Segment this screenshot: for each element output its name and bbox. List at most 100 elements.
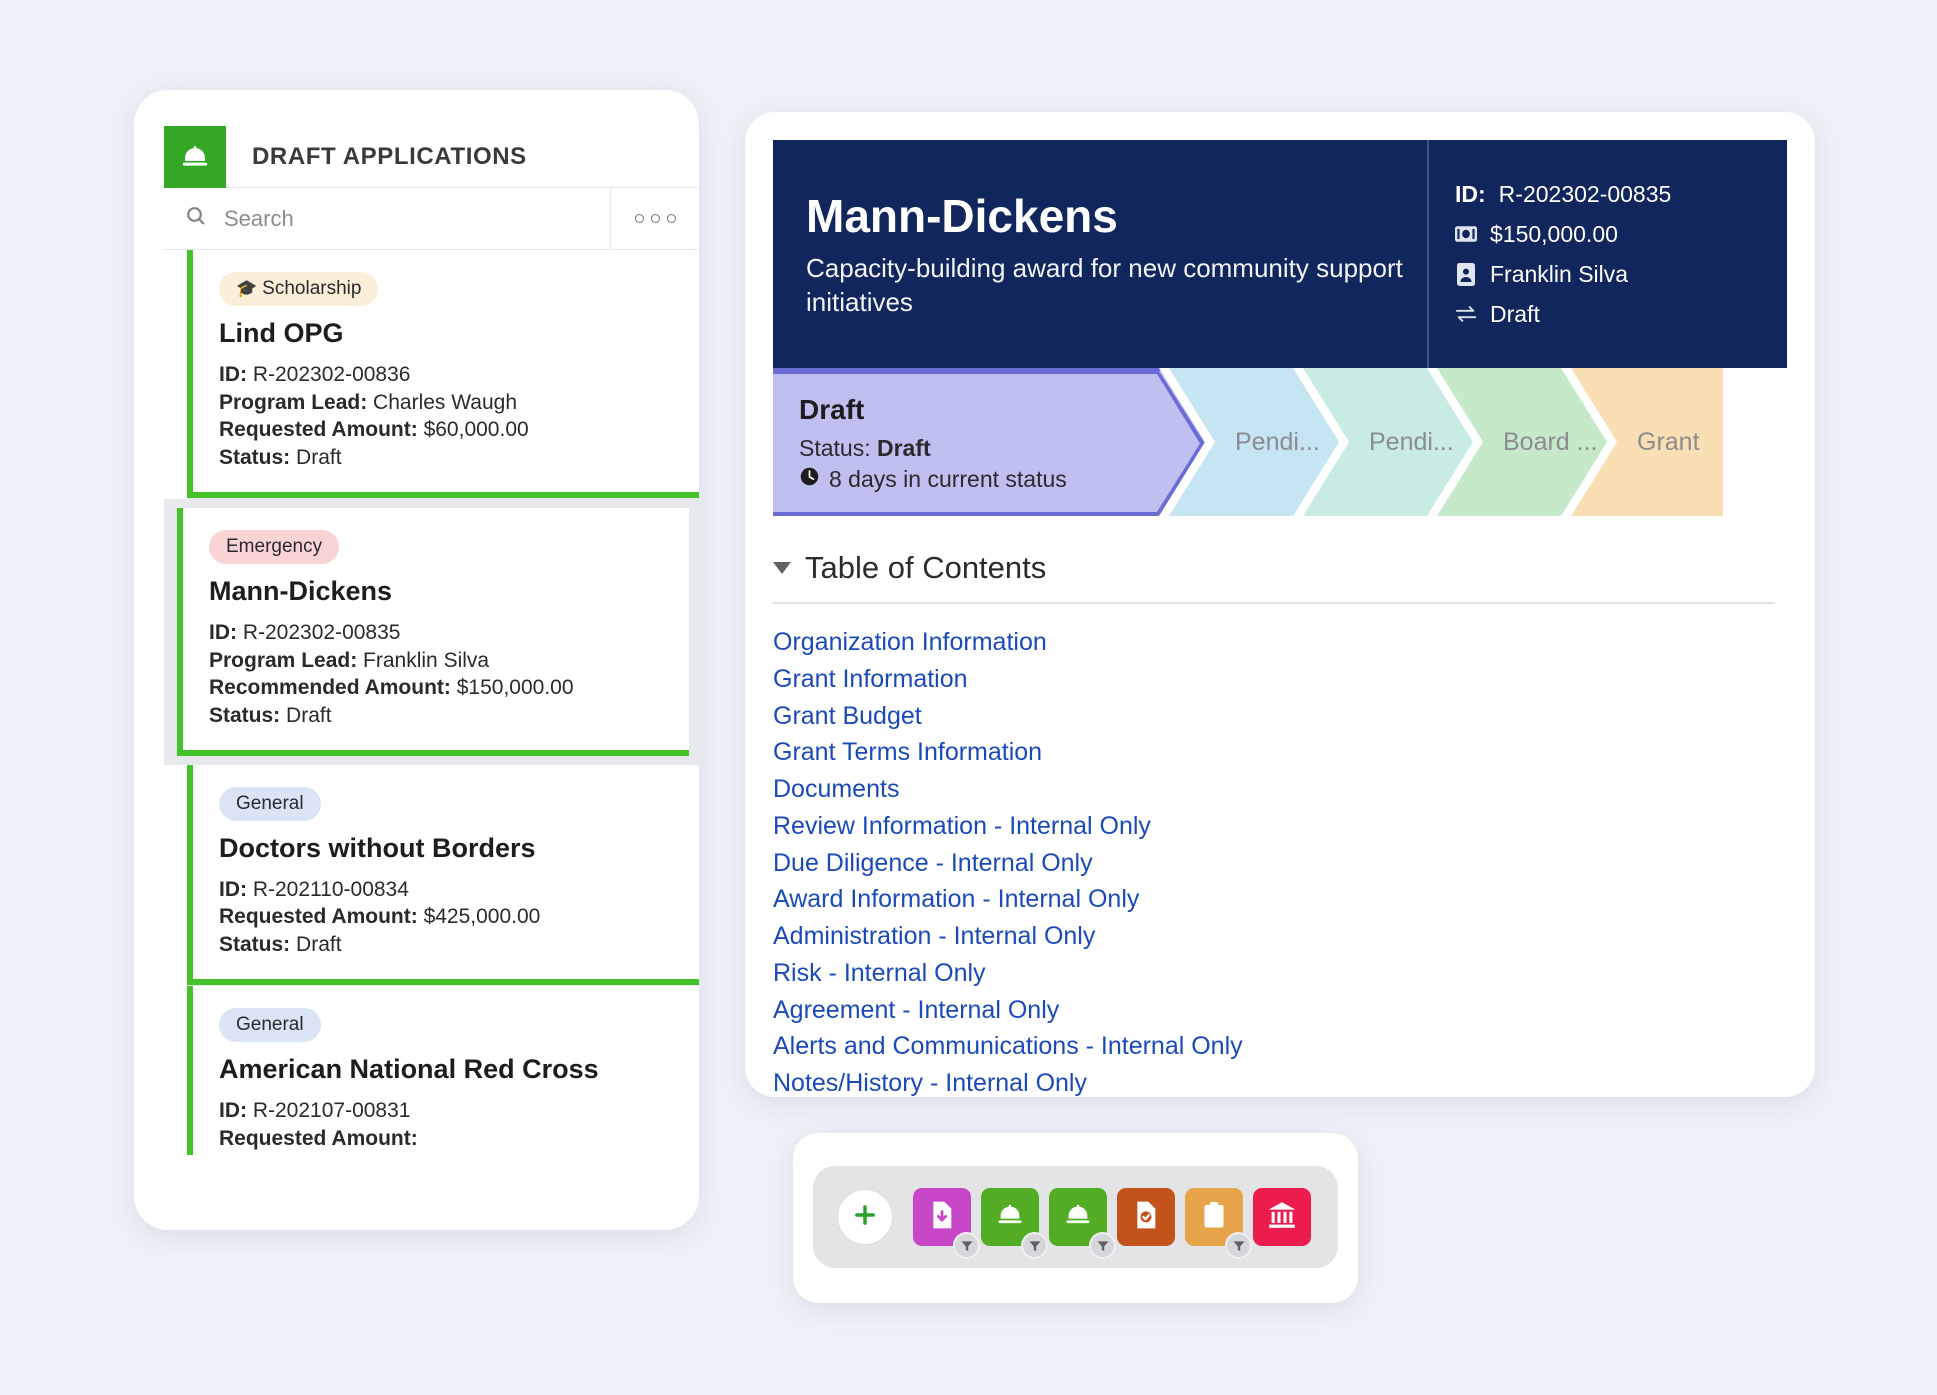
detail-header-main: Mann-Dickens Capacity-building award for… (806, 189, 1427, 320)
toc-link[interactable]: Organization Information (773, 624, 1775, 661)
stage-name: Grant (1637, 428, 1723, 457)
dot-icon (635, 214, 644, 223)
toc-link[interactable]: Grant Terms Information (773, 734, 1775, 771)
application-cards-list[interactable]: 🎓Scholarship Lind OPG ID: R-202302-00836… (164, 250, 699, 1155)
toc-link[interactable]: Documents (773, 771, 1775, 808)
toc-link[interactable]: Award Information - Internal Only (773, 881, 1775, 918)
detail-header: Mann-Dickens Capacity-building award for… (773, 140, 1787, 368)
stage-name: Draft (799, 394, 1205, 426)
card-field: Recommended Amount: $150,000.00 (209, 674, 663, 702)
filter-badge-icon[interactable] (1021, 1232, 1048, 1259)
toc-link[interactable]: Agreement - Internal Only (773, 992, 1775, 1029)
plus-icon (851, 1201, 879, 1234)
add-button[interactable] (837, 1189, 893, 1245)
stage-duration: 8 days in current status (799, 466, 1205, 493)
toc-link[interactable]: Alerts and Communications - Internal Onl… (773, 1028, 1775, 1065)
card-field: ID: R-202107-00831 (219, 1097, 673, 1125)
draft-applications-panel: DRAFT APPLICATIONS 🎓Scholarship Lind OPG… (134, 90, 699, 1230)
stage-name: Pendi... (1369, 428, 1473, 457)
application-card[interactable]: General Doctors without Borders ID: R-20… (187, 765, 699, 985)
card-field: Program Lead: Franklin Silva (209, 647, 663, 675)
toc-link[interactable]: Risk - Internal Only (773, 955, 1775, 992)
filter-badge-icon[interactable] (1225, 1232, 1252, 1259)
bank-icon (1266, 1199, 1298, 1236)
document-check-icon (1130, 1199, 1162, 1236)
application-detail-panel: Mann-Dickens Capacity-building award for… (745, 112, 1815, 1097)
list-item[interactable]: General Doctors without Borders ID: R-20… (164, 765, 699, 985)
card-field: Program Lead: Charles Waugh (219, 389, 673, 417)
card-title: American National Red Cross (219, 1054, 673, 1085)
list-header: DRAFT APPLICATIONS (164, 126, 699, 188)
application-card[interactable]: Emergency Mann-Dickens ID: R-202302-0083… (177, 508, 689, 756)
toc-link[interactable]: Review Information - Internal Only (773, 808, 1775, 845)
more-options-button[interactable] (611, 188, 699, 249)
application-card[interactable]: 🎓Scholarship Lind OPG ID: R-202302-00836… (187, 250, 699, 498)
graduation-cap-icon: 🎓 (236, 279, 257, 298)
action-toolbar-shell (793, 1133, 1358, 1303)
toc-link[interactable]: Notes/History - Internal Only (773, 1065, 1775, 1097)
status-badge: Emergency (209, 530, 339, 564)
card-field: Status: Draft (219, 444, 673, 472)
card-field: ID: R-202110-00834 (219, 876, 673, 904)
toc-link[interactable]: Grant Budget (773, 698, 1775, 735)
card-field: Requested Amount: $425,000.00 (219, 903, 673, 931)
list-item[interactable]: General American National Red Cross ID: … (164, 986, 699, 1155)
service-bell-button[interactable] (1049, 1188, 1107, 1246)
status-badge: General (219, 1008, 321, 1042)
document-download-button[interactable] (913, 1188, 971, 1246)
filter-badge-icon[interactable] (953, 1232, 980, 1259)
caret-down-icon[interactable] (773, 562, 791, 574)
card-field: Status: Draft (219, 931, 673, 959)
toc-link[interactable]: Grant Information (773, 661, 1775, 698)
service-bell-icon (164, 126, 226, 188)
search-box[interactable] (164, 188, 611, 249)
meta-id: ID: R-202302-00835 (1455, 181, 1787, 208)
toc-link[interactable]: Administration - Internal Only (773, 918, 1775, 955)
transfer-arrows-icon (1455, 303, 1477, 325)
dot-icon (667, 214, 676, 223)
meta-status: Draft (1455, 301, 1787, 328)
stage-name: Pendi... (1235, 428, 1339, 457)
toc-heading: Table of Contents (805, 550, 1046, 586)
clock-icon (799, 466, 820, 493)
detail-subtitle: Capacity-building award for new communit… (806, 251, 1406, 320)
clipboard-button[interactable] (1185, 1188, 1243, 1246)
search-input[interactable] (224, 206, 610, 232)
toc-links: Organization Information Grant Informati… (773, 624, 1775, 1097)
meta-program-lead: Franklin Silva (1455, 261, 1787, 288)
filter-badge-icon[interactable] (1089, 1232, 1116, 1259)
card-title: Lind OPG (219, 318, 673, 349)
card-title: Doctors without Borders (219, 833, 673, 864)
card-field: ID: R-202302-00836 (219, 361, 673, 389)
stage-status: Status: Draft (799, 435, 1205, 462)
card-field: Status: Draft (209, 702, 663, 730)
service-bell-button[interactable] (981, 1188, 1039, 1246)
stage-name: Board ... (1503, 428, 1607, 457)
document-download-icon (926, 1199, 958, 1236)
dot-icon (651, 214, 660, 223)
status-badge: 🎓Scholarship (219, 272, 378, 306)
status-badge: General (219, 787, 321, 821)
service-bell-icon (1062, 1199, 1094, 1236)
list-item-selected[interactable]: Emergency Mann-Dickens ID: R-202302-0083… (164, 499, 699, 765)
action-toolbar (813, 1166, 1338, 1268)
card-field: Requested Amount: $60,000.00 (219, 416, 673, 444)
meta-amount: $150,000.00 (1455, 221, 1787, 248)
document-check-button[interactable] (1117, 1188, 1175, 1246)
service-bell-icon (994, 1199, 1026, 1236)
search-icon (184, 204, 208, 233)
clipboard-icon (1199, 1200, 1229, 1235)
toc-header[interactable]: Table of Contents (773, 550, 1775, 604)
table-of-contents: Table of Contents Organization Informati… (773, 550, 1775, 1097)
detail-title: Mann-Dickens (806, 189, 1427, 243)
toc-link[interactable]: Due Diligence - Internal Only (773, 845, 1775, 882)
card-title: Mann-Dickens (209, 576, 663, 607)
card-field: ID: R-202302-00835 (209, 619, 663, 647)
workflow-stage-draft[interactable]: Draft Status: Draft 8 days in current st… (773, 368, 1205, 516)
search-row (164, 188, 699, 250)
money-icon (1455, 223, 1477, 245)
application-card[interactable]: General American National Red Cross ID: … (187, 986, 699, 1155)
bank-button[interactable] (1253, 1188, 1311, 1246)
list-item[interactable]: 🎓Scholarship Lind OPG ID: R-202302-00836… (164, 250, 699, 498)
detail-meta-list: ID: R-202302-00835 $150,000.00 (1427, 140, 1787, 368)
